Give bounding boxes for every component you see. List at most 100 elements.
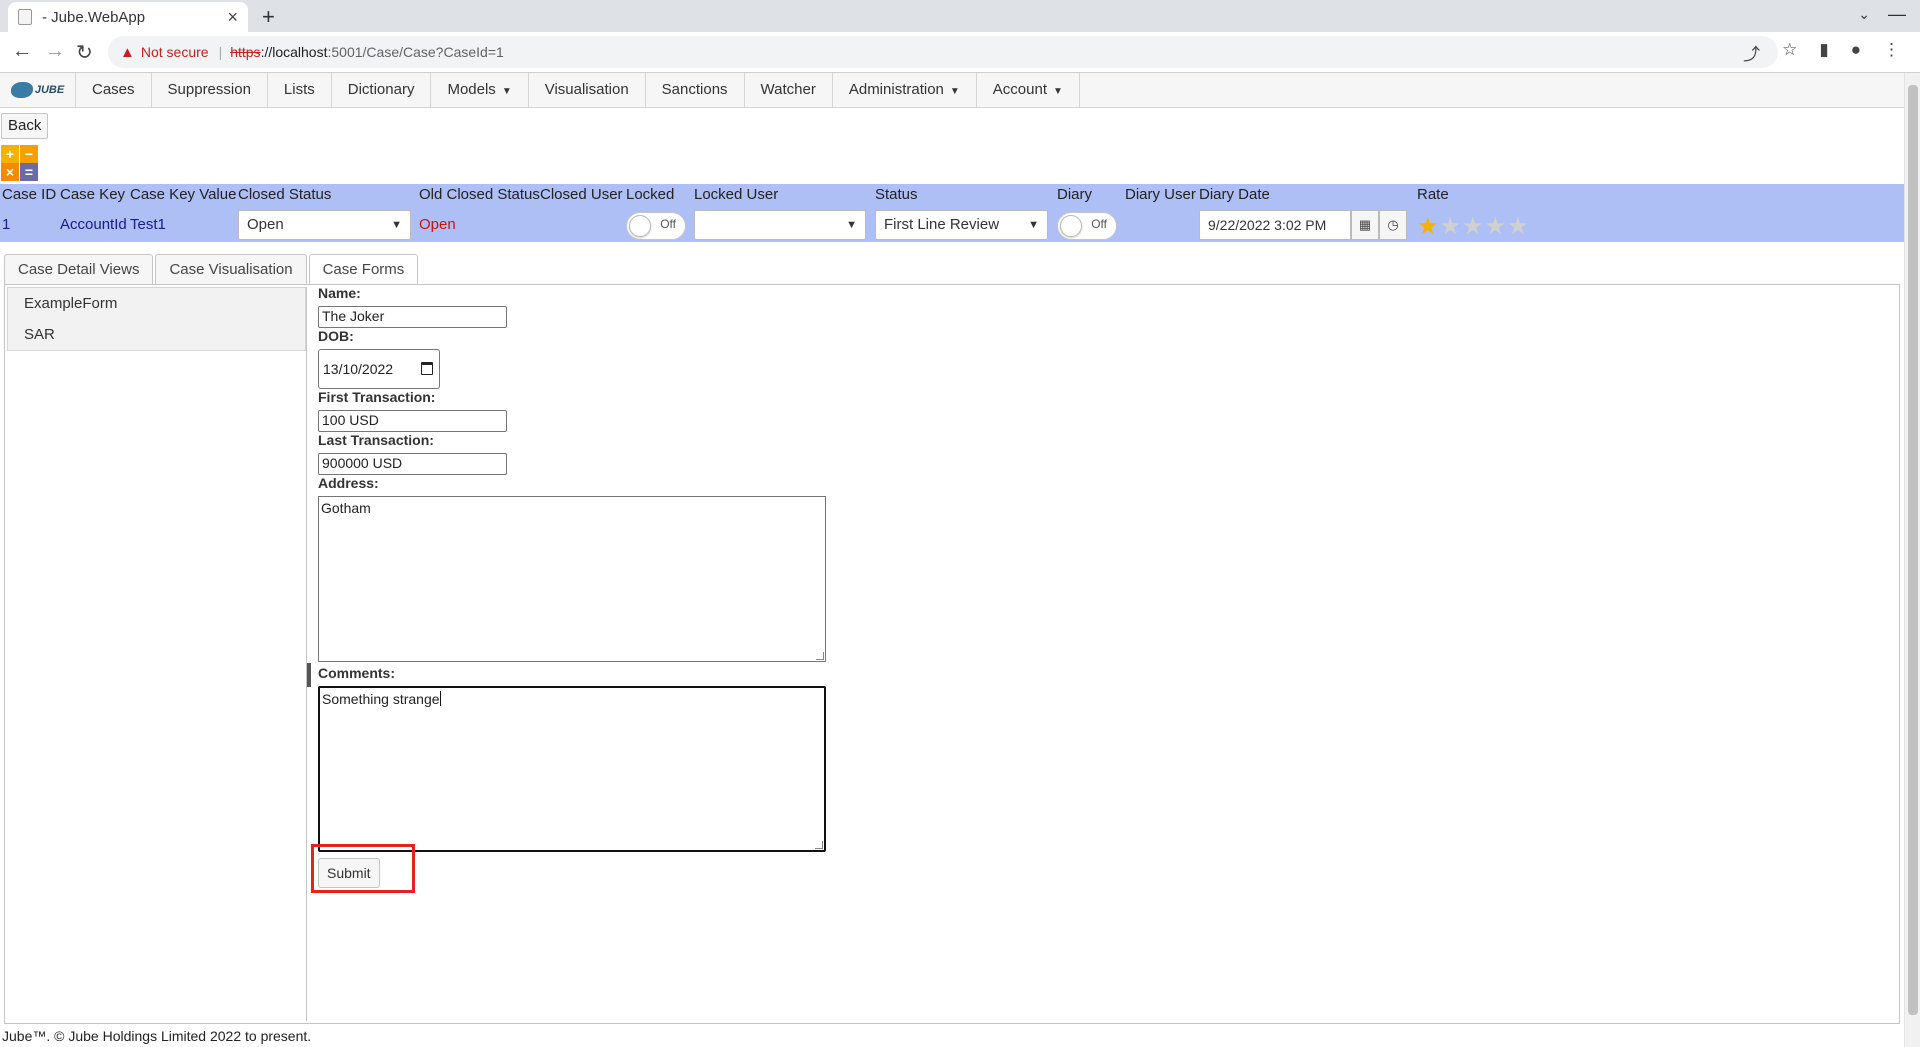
minimize-icon[interactable]: — [1888,4,1906,25]
form-item-sar[interactable]: SAR [8,319,305,350]
url-separator: | [218,44,223,60]
minus-icon[interactable]: − [20,145,38,163]
back-button[interactable]: Back [1,113,49,139]
menu-label: Sanctions [661,81,728,98]
address-value: Gotham [321,500,371,516]
calendar-icon[interactable]: ▦ [1351,210,1379,240]
splitter-handle[interactable] [307,663,311,687]
menu-label: Models [447,81,496,98]
submit-highlight-box [311,844,415,893]
new-tab-icon[interactable]: + [262,4,275,30]
star-icon[interactable]: ★ [1440,213,1463,240]
diary-user-label: Diary User [1125,186,1196,203]
times-icon[interactable]: × [1,163,19,181]
first-transaction-input[interactable]: 100 USD [318,410,507,432]
closed-status-select[interactable]: Open ▼ [238,210,411,240]
form-item-exampleform[interactable]: ExampleForm [8,288,305,319]
menu-account[interactable]: Account ▼ [977,73,1080,107]
locked-user-select[interactable]: ▼ [694,210,866,240]
case-key-value-value: Test1 [130,216,166,233]
address-toolbar: ← → ↻ ▲ Not secure | https ://localhost … [0,32,1920,73]
case-header: Case ID Case Key Case Key Value Closed S… [0,184,1904,242]
jube-bird-icon [10,82,33,98]
page-scrollbar[interactable] [1904,73,1920,1047]
diary-toggle-label: Off [1091,217,1107,231]
rating-stars[interactable]: ★★★★★ [1417,212,1530,241]
clock-icon[interactable]: ◷ [1379,210,1407,240]
menu-models[interactable]: Models ▼ [431,73,529,107]
text-caret [439,691,441,706]
resize-grip-icon[interactable] [816,652,824,660]
star-icon[interactable]: ★ [1485,213,1508,240]
closed-status-value: Open [247,216,284,233]
browser-tab-title: - Jube.WebApp [42,8,146,26]
resize-grip-icon[interactable] [815,841,823,849]
profile-icon[interactable]: ● [1851,40,1861,65]
tab-case-visualisation[interactable]: Case Visualisation [155,254,307,284]
dropdown-arrow-icon: ▼ [1028,219,1039,231]
menu-label: Account [992,81,1047,98]
url-path: :5001/Case/Case?CaseId=1 [327,44,504,60]
address-textarea[interactable]: Gotham [318,496,826,662]
tab-search-chevron-icon[interactable]: ⌄ [1858,6,1870,23]
diary-label: Diary [1057,186,1093,203]
dob-input[interactable]: 13/10/2022 [318,349,440,389]
calendar-icon[interactable] [421,362,433,375]
reload-icon[interactable]: ↻ [76,40,93,65]
close-tab-icon[interactable]: × [227,7,238,28]
menu-label: Cases [92,81,135,98]
back-arrow-icon[interactable]: ← [12,40,32,63]
menu-visualisation[interactable]: Visualisation [529,73,646,107]
menu-cases[interactable]: Cases [76,73,152,107]
comments-textarea[interactable]: Something strange [318,686,826,852]
locked-user-label: Locked User [694,186,779,203]
locked-toggle-label: Off [660,217,676,231]
menu-lists[interactable]: Lists [268,73,332,107]
star-icon[interactable]: ★ [1462,213,1485,240]
scroll-thumb[interactable] [1908,85,1918,1015]
forward-arrow-icon[interactable]: → [45,40,65,63]
menu-label: Lists [283,81,315,98]
menu-label: Administration [848,81,944,98]
locked-toggle[interactable]: Off [626,212,686,240]
tab-case-detail-views[interactable]: Case Detail Views [4,254,154,284]
star-icon[interactable]: ★ [1507,213,1530,240]
last-transaction-input[interactable]: 900000 USD [318,453,507,475]
status-select[interactable]: First Line Review ▼ [875,210,1048,240]
plus-icon[interactable]: + [1,145,19,163]
forms-sidebar: ExampleForm SAR [7,287,307,1021]
star-icon[interactable]: ★ [1417,213,1440,240]
menu-suppression[interactable]: Suppression [152,73,268,107]
old-closed-status-label: Old Closed Status [419,186,540,203]
closed-user-label: Closed User [540,186,623,203]
case-key-value: AccountId [60,216,127,233]
rate-label: Rate [1417,186,1449,203]
name-input[interactable]: The Joker [318,306,507,328]
not-secure-label[interactable]: Not secure [141,44,209,60]
browser-tab[interactable]: - Jube.WebApp × [8,2,248,32]
status-label: Status [875,186,918,203]
comments-label: Comments: [318,665,396,681]
first-transaction-label: First Transaction: [318,389,436,405]
status-value: First Line Review [884,216,1000,233]
bookmark-star-icon[interactable]: ☆ [1782,40,1797,65]
closed-status-label: Closed Status [238,186,332,203]
tab-case-forms[interactable]: Case Forms [308,254,419,285]
jube-logo[interactable]: JUBE [0,73,76,107]
page-icon [18,9,32,25]
locked-label: Locked [626,186,675,203]
diary-toggle[interactable]: Off [1057,212,1117,240]
menu-label: Dictionary [347,81,415,98]
menu-dictionary[interactable]: Dictionary [332,73,432,107]
url-bar[interactable]: ▲ Not secure | https ://localhost :5001/… [108,36,1778,68]
menu-administration[interactable]: Administration ▼ [833,73,977,107]
tab-panel: ExampleForm SAR [4,284,1900,1024]
menu-sanctions[interactable]: Sanctions [646,73,745,107]
side-panel-icon[interactable]: ▮ [1819,40,1828,65]
share-icon[interactable]: ⤴ [1743,40,1760,65]
equals-icon[interactable]: = [20,163,38,181]
example-form: Name: The Joker DOB: 13/10/2022 First Tr… [318,284,918,904]
kebab-menu-icon[interactable]: ⋮ [1883,40,1900,65]
menu-watcher[interactable]: Watcher [745,73,833,107]
diary-date-input[interactable]: 9/22/2022 3:02 PM [1199,210,1351,240]
